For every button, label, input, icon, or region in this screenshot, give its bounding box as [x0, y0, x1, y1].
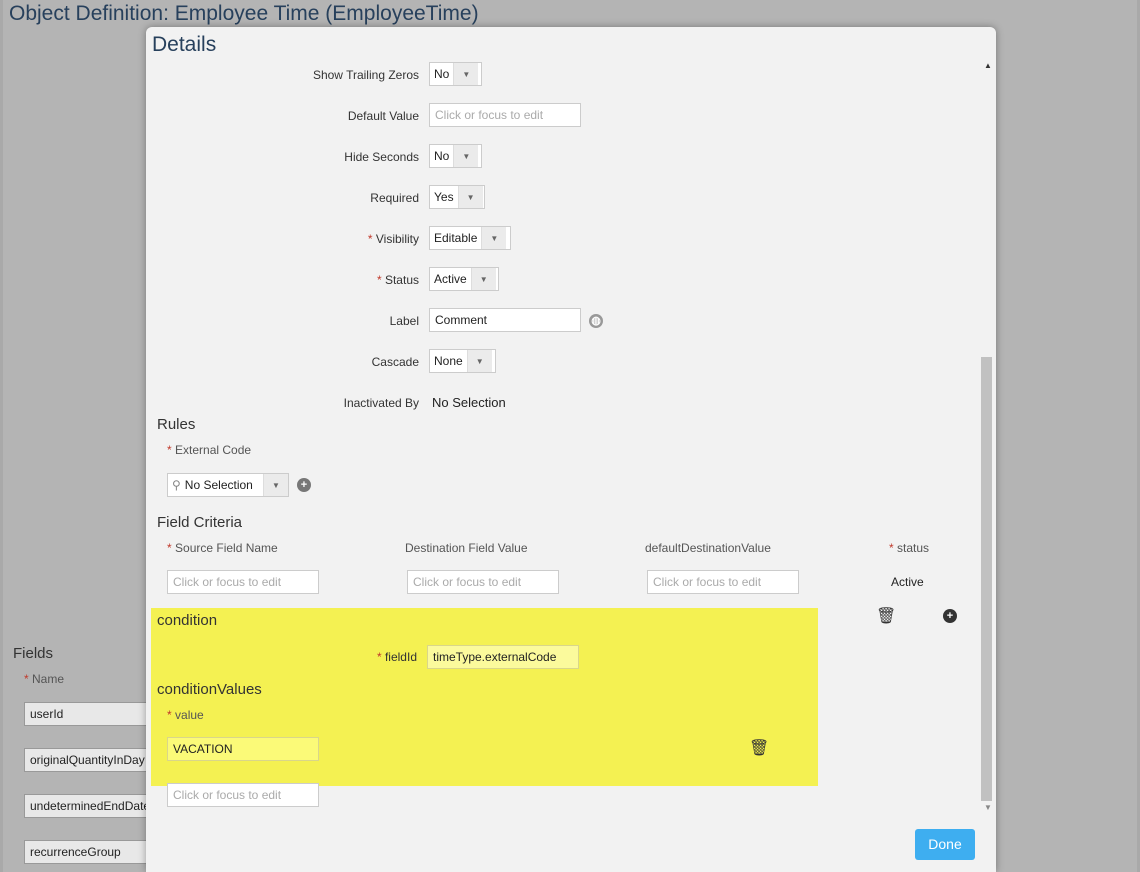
new-condition-value-input[interactable]: Click or focus to edit	[167, 783, 319, 807]
add-rule-icon[interactable]: +	[297, 478, 311, 492]
search-icon: ⚲	[172, 478, 181, 492]
fields-section-title: Fields	[13, 645, 54, 662]
show-trailing-zeros-select[interactable]: No ▼	[429, 62, 482, 86]
details-dialog: Details ▲ ▼ Show Trailing Zeros No ▼ Defa…	[146, 27, 996, 872]
visibility-select[interactable]: Editable ▼	[429, 226, 511, 250]
chevron-down-icon: ▼	[263, 474, 288, 496]
scroll-down-arrow-icon[interactable]: ▼	[984, 803, 992, 812]
condition-values-title: conditionValues	[157, 681, 262, 698]
label-field-label: Label	[389, 314, 419, 328]
condition-value-input[interactable]: VACATION	[167, 737, 319, 761]
field-name-input[interactable]: originalQuantityInDay	[24, 748, 154, 772]
status-header: * status	[889, 541, 930, 555]
field-name-input[interactable]: userId	[24, 702, 154, 726]
inactivated-by-label: Inactivated By	[343, 396, 419, 410]
destination-field-value-input[interactable]: Click or focus to edit	[407, 570, 559, 594]
page-title: Object Definition: Employee Time (Employ…	[9, 2, 479, 25]
source-field-name-input[interactable]: Click or focus to edit	[167, 570, 319, 594]
inactivated-by-value: No Selection	[432, 395, 506, 410]
fieldid-label: * fieldId	[376, 650, 417, 664]
destination-field-value-header: Destination Field Value	[405, 541, 528, 555]
default-destination-value-header: defaultDestinationValue	[645, 541, 771, 555]
external-code-select[interactable]: ⚲ No Selection ▼	[167, 473, 289, 497]
source-field-name-header: * Source Field Name	[167, 541, 278, 555]
cascade-label: Cascade	[371, 355, 419, 369]
field-name-input[interactable]: recurrenceGroup	[24, 840, 154, 864]
default-value-label: Default Value	[347, 109, 419, 123]
done-button[interactable]: Done	[915, 829, 975, 860]
criteria-status-value: Active	[891, 575, 924, 589]
chevron-down-icon: ▼	[453, 145, 479, 167]
required-label: Required	[370, 191, 419, 205]
chevron-down-icon: ▼	[481, 227, 507, 249]
cascade-select[interactable]: None ▼	[429, 349, 496, 373]
external-code-label: * External Code	[167, 443, 252, 457]
field-name-input[interactable]: undeterminedEndDate	[24, 794, 154, 818]
delete-criteria-trash-icon[interactable]: 🗑	[876, 606, 896, 626]
dialog-title: Details	[152, 33, 217, 56]
hide-seconds-label: Hide Seconds	[344, 150, 419, 164]
chevron-down-icon: ▼	[457, 186, 483, 208]
condition-title: condition	[157, 612, 218, 629]
status-select[interactable]: Active ▼	[429, 267, 499, 291]
globe-icon[interactable]: ◍	[589, 314, 603, 328]
visibility-label: * Visibility	[367, 232, 419, 246]
add-criteria-icon[interactable]: +	[943, 609, 957, 623]
scroll-up-arrow-icon[interactable]: ▲	[984, 61, 992, 70]
fields-name-header: * Name	[24, 672, 65, 686]
fieldid-input[interactable]: timeType.externalCode	[427, 645, 579, 669]
value-label: * value	[167, 708, 204, 722]
label-input[interactable]: Comment	[429, 308, 581, 332]
hide-seconds-select[interactable]: No ▼	[429, 144, 482, 168]
rules-section-title: Rules	[157, 416, 196, 433]
chevron-down-icon: ▼	[453, 63, 479, 85]
chevron-down-icon: ▼	[466, 350, 492, 372]
scrollbar-thumb[interactable]	[981, 357, 992, 801]
show-trailing-zeros-label: Show Trailing Zeros	[312, 68, 419, 82]
field-criteria-section-title: Field Criteria	[157, 514, 243, 531]
required-select[interactable]: Yes ▼	[429, 185, 485, 209]
status-label: * Status	[376, 273, 419, 287]
default-destination-value-input[interactable]: Click or focus to edit	[647, 570, 799, 594]
delete-value-trash-icon[interactable]: 🗑	[749, 738, 769, 758]
default-value-input[interactable]: Click or focus to edit	[429, 103, 581, 127]
chevron-down-icon: ▼	[470, 268, 496, 290]
